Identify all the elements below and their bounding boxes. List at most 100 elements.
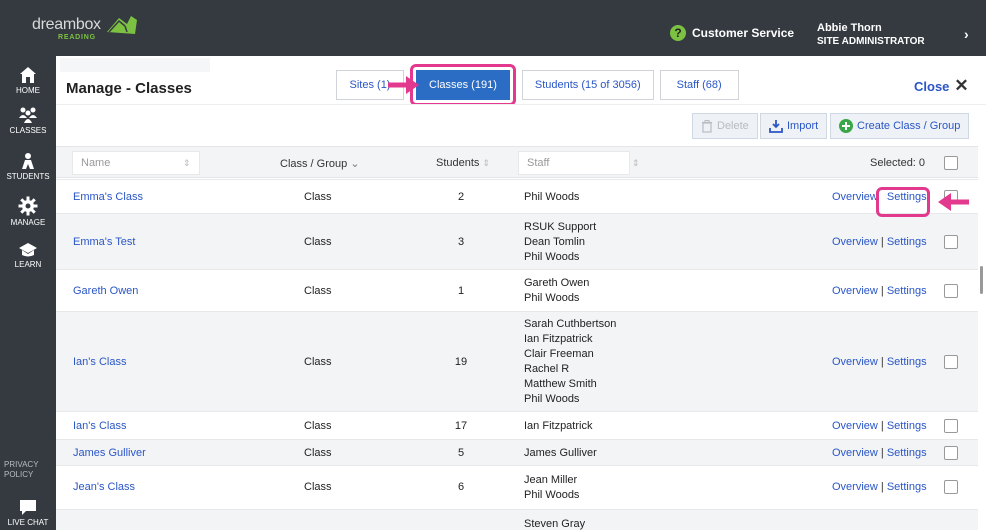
class-name-link[interactable]: James Gulliver — [73, 447, 146, 459]
staff-filter-input[interactable]: Staff — [518, 151, 630, 175]
class-name-link[interactable]: Gareth Owen — [73, 285, 138, 297]
sidebar-item-label: LEARN — [14, 260, 42, 269]
class-type: Class — [304, 236, 332, 248]
chevron-right-icon[interactable]: › — [964, 26, 969, 42]
settings-link[interactable]: Settings — [887, 285, 927, 297]
sort-icon[interactable]: ⇕ — [632, 158, 640, 169]
vertical-scrollbar[interactable] — [980, 266, 983, 294]
tab-classes-highlight: Classes (191) — [410, 64, 516, 106]
link-separator: | — [880, 420, 884, 432]
tab-classes[interactable]: Classes (191) — [416, 70, 510, 100]
class-name-link[interactable]: Emma's Class — [73, 191, 143, 203]
sidebar-item-learn[interactable]: LEARN — [0, 242, 56, 269]
close-button[interactable]: Close ✕ — [914, 76, 969, 96]
class-type: Class — [304, 285, 332, 297]
house-logo-icon — [106, 16, 137, 34]
table-row: Ian's Class Class 19 Sarah Cuthbertson I… — [56, 312, 978, 412]
staff-name: Phil Woods — [524, 191, 580, 203]
arrow-left-annotation-icon — [938, 193, 969, 211]
student-count: 6 — [457, 481, 465, 493]
settings-link[interactable]: Settings — [887, 356, 927, 368]
student-count: 2 — [457, 191, 465, 203]
row-links: Overview | Settings — [832, 420, 927, 432]
overview-link[interactable]: Overview — [832, 447, 878, 459]
staff-name: Phil Woods — [524, 292, 580, 304]
create-class-button[interactable]: Create Class / Group — [830, 113, 970, 139]
user-menu[interactable]: Abbie Thorn SITE ADMINISTRATOR — [817, 22, 925, 48]
close-label: Close — [914, 78, 950, 94]
staff-name: Sarah Cuthbertson — [524, 318, 617, 330]
top-bar: dreambox READING ? Customer Service Abbi… — [0, 0, 986, 56]
table-header: Name ⇕ Class / Group ⌄ Students ⇕ Staff … — [56, 146, 978, 178]
overview-link[interactable]: Overview — [832, 420, 878, 432]
student-icon — [22, 153, 34, 169]
select-all-checkbox[interactable] — [944, 156, 958, 170]
staff-name: Steven Gray — [524, 518, 586, 530]
table-row: Emma's Class Class 2 Phil Woods Overview… — [56, 180, 978, 214]
home-icon — [20, 67, 36, 83]
settings-highlight-box — [876, 187, 930, 217]
live-chat-label: LIVE CHAT — [7, 518, 49, 527]
settings-link[interactable]: Settings — [887, 236, 927, 248]
delete-button[interactable]: Delete — [692, 113, 758, 139]
table-row: Steven Gray — [56, 510, 978, 530]
staff-filter-placeholder: Staff — [527, 157, 550, 169]
class-name-link[interactable]: Ian's Class — [73, 356, 126, 368]
row-checkbox[interactable] — [944, 480, 958, 494]
name-filter-input[interactable]: Name ⇕ — [72, 151, 200, 175]
overview-link[interactable]: Overview — [832, 236, 878, 248]
tab-staff[interactable]: Staff (68) — [659, 70, 739, 100]
class-name-link[interactable]: Jean's Class — [73, 481, 135, 493]
row-checkbox[interactable] — [944, 446, 958, 460]
import-button[interactable]: Import — [760, 113, 828, 139]
selected-count: Selected: 0 — [870, 157, 926, 169]
row-checkbox[interactable] — [944, 419, 958, 433]
staff-list: Ian Fitzpatrick — [524, 419, 592, 434]
staff-list: Sarah Cuthbertson Ian Fitzpatrick Clair … — [524, 317, 616, 407]
staff-name: Gareth Owen — [524, 277, 590, 289]
student-count: 17 — [454, 420, 468, 432]
sidebar-item-students[interactable]: STUDENTS — [0, 152, 56, 181]
action-bar: Delete Import Create Class / Group — [56, 104, 986, 146]
students-column-header[interactable]: Students ⇕ — [436, 157, 490, 169]
live-chat-button[interactable]: LIVE CHAT — [0, 498, 56, 527]
row-links: Overview | Settings — [832, 481, 927, 493]
row-links: Overview | Settings — [832, 285, 927, 297]
customer-service-link[interactable]: ? Customer Service — [670, 25, 794, 41]
students-header-label: Students — [436, 157, 480, 169]
sidebar-item-label: HOME — [16, 86, 40, 95]
tab-students[interactable]: Students (15 of 3056) — [521, 70, 654, 100]
graduation-cap-icon — [19, 243, 37, 257]
row-links: Overview | Settings — [832, 356, 927, 368]
staff-name: Ian Fitzpatrick — [524, 333, 593, 345]
row-checkbox[interactable] — [944, 355, 958, 369]
overview-link[interactable]: Overview — [832, 481, 878, 493]
arrow-right-annotation-icon — [388, 76, 419, 94]
class-type: Class — [304, 447, 332, 459]
sort-icon[interactable]: ⇕ — [183, 158, 191, 169]
sidebar-item-home[interactable]: HOME — [0, 66, 56, 95]
settings-link[interactable]: Settings — [887, 447, 927, 459]
settings-link[interactable]: Settings — [887, 420, 927, 432]
class-name-link[interactable]: Emma's Test — [73, 236, 135, 248]
sidebar: HOME CLASSES STUDENTS MANAGE LEARN PRIVA… — [0, 56, 56, 530]
link-separator: | — [880, 285, 884, 297]
staff-list: James Gulliver — [524, 446, 597, 461]
customer-service-label: Customer Service — [692, 26, 795, 40]
overview-link[interactable]: Overview — [832, 356, 878, 368]
class-name-link[interactable]: Ian's Class — [73, 420, 126, 432]
student-count: 3 — [457, 236, 465, 248]
sidebar-item-classes[interactable]: CLASSES — [0, 106, 56, 135]
staff-name: Dean Tomlin — [524, 236, 585, 248]
sidebar-item-manage[interactable]: MANAGE — [0, 196, 56, 227]
type-column-header[interactable]: Class / Group ⌄ — [280, 157, 360, 170]
overview-link[interactable]: Overview — [832, 285, 878, 297]
privacy-policy-link[interactable]: PRIVACY POLICY — [4, 460, 44, 480]
row-checkbox[interactable] — [944, 235, 958, 249]
row-checkbox[interactable] — [944, 284, 958, 298]
overview-link[interactable]: Overview — [832, 191, 878, 203]
class-type: Class — [304, 191, 332, 203]
student-count: 1 — [457, 285, 465, 297]
dreambox-logo[interactable]: dreambox READING — [32, 16, 139, 44]
settings-link[interactable]: Settings — [887, 481, 927, 493]
